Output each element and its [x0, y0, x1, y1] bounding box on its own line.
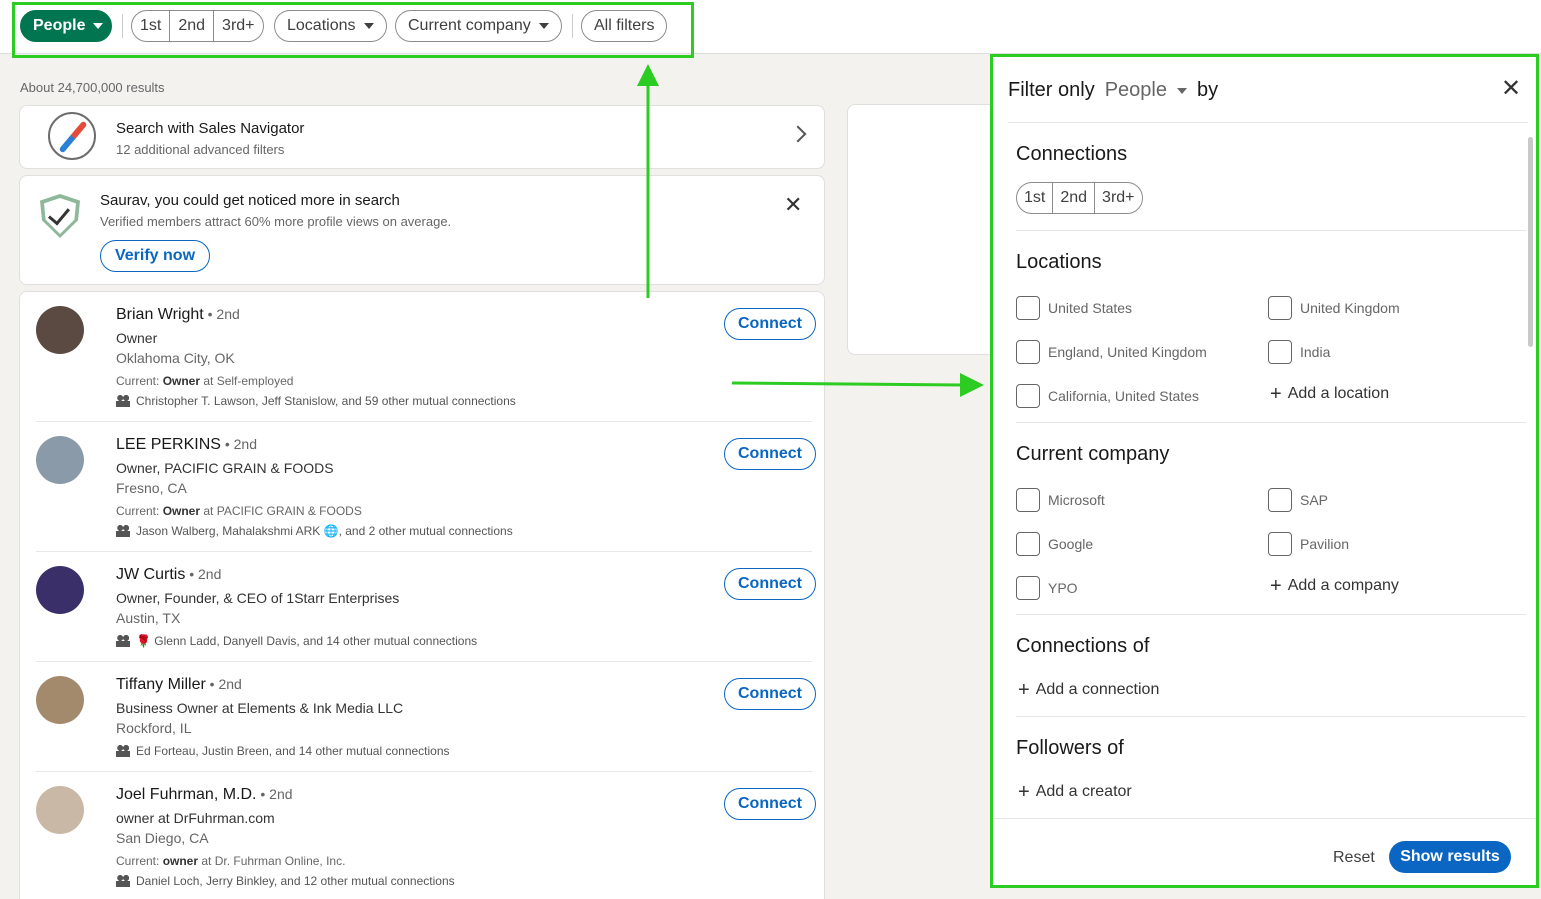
all-filters-panel: Filter only People by ✕ Connections 1st … [993, 57, 1536, 885]
panel-scrollbar[interactable] [1528, 137, 1533, 347]
company-option-ypo[interactable]: YPO [1016, 576, 1078, 600]
by-label: by [1196, 79, 1219, 101]
company-option-pavilion[interactable]: Pavilion [1268, 532, 1349, 556]
checkbox[interactable] [1268, 488, 1292, 512]
divider [1016, 230, 1526, 231]
company-option-google[interactable]: Google [1016, 532, 1093, 556]
connections-degree-group: 1st 2nd 3rd+ [1016, 182, 1143, 214]
company-option-microsoft[interactable]: Microsoft [1016, 488, 1105, 512]
checkbox[interactable] [1016, 296, 1040, 320]
add-connection-button[interactable]: + Add a connection [1018, 680, 1159, 700]
checkbox[interactable] [1016, 488, 1040, 512]
add-location-button[interactable]: + Add a location [1270, 384, 1389, 404]
location-option-india[interactable]: India [1268, 340, 1330, 364]
location-option-united-kingdom[interactable]: United Kingdom [1268, 296, 1400, 320]
filter-only-label: Filter only [1008, 79, 1095, 101]
plus-icon: + [1270, 575, 1282, 597]
arrow-up-icon [637, 64, 659, 86]
divider [1008, 122, 1528, 123]
location-option-united-states[interactable]: United States [1016, 296, 1132, 320]
add-creator-button[interactable]: + Add a creator [1018, 782, 1132, 802]
panel-header: Filter only People by [1008, 79, 1218, 102]
entity-select[interactable]: People [1105, 79, 1187, 102]
divider [1016, 614, 1526, 615]
location-option-california[interactable]: California, United States [1016, 384, 1199, 408]
followers-of-section-title: Followers of [1016, 737, 1124, 759]
show-results-button[interactable]: Show results [1389, 841, 1511, 873]
divider [1016, 422, 1526, 423]
connections-of-section-title: Connections of [1016, 635, 1150, 657]
checkbox[interactable] [1268, 296, 1292, 320]
caret-down-icon [1176, 87, 1187, 94]
current-company-section-title: Current company [1016, 443, 1170, 465]
checkbox[interactable] [1268, 340, 1292, 364]
plus-icon: + [1018, 781, 1030, 803]
plus-icon: + [1018, 679, 1030, 701]
degree-3rd-button[interactable]: 3rd+ [1095, 183, 1141, 213]
annotation-arrow-right [731, 381, 963, 387]
locations-section-title: Locations [1016, 251, 1102, 273]
reset-button[interactable]: Reset [1333, 849, 1375, 867]
checkbox[interactable] [1016, 576, 1040, 600]
degree-1st-button[interactable]: 1st [1017, 183, 1054, 213]
close-icon[interactable]: ✕ [1501, 77, 1521, 101]
location-option-england[interactable]: England, United Kingdom [1016, 340, 1207, 364]
arrow-right-icon [960, 373, 984, 397]
add-company-button[interactable]: + Add a company [1270, 576, 1399, 596]
divider [993, 818, 1536, 819]
checkbox[interactable] [1016, 340, 1040, 364]
plus-icon: + [1270, 383, 1282, 405]
checkbox[interactable] [1268, 532, 1292, 556]
degree-2nd-button[interactable]: 2nd [1053, 183, 1096, 213]
connections-section-title: Connections [1016, 143, 1128, 165]
checkbox[interactable] [1016, 532, 1040, 556]
divider [1016, 716, 1526, 717]
company-option-sap[interactable]: SAP [1268, 488, 1328, 512]
checkbox[interactable] [1016, 384, 1040, 408]
